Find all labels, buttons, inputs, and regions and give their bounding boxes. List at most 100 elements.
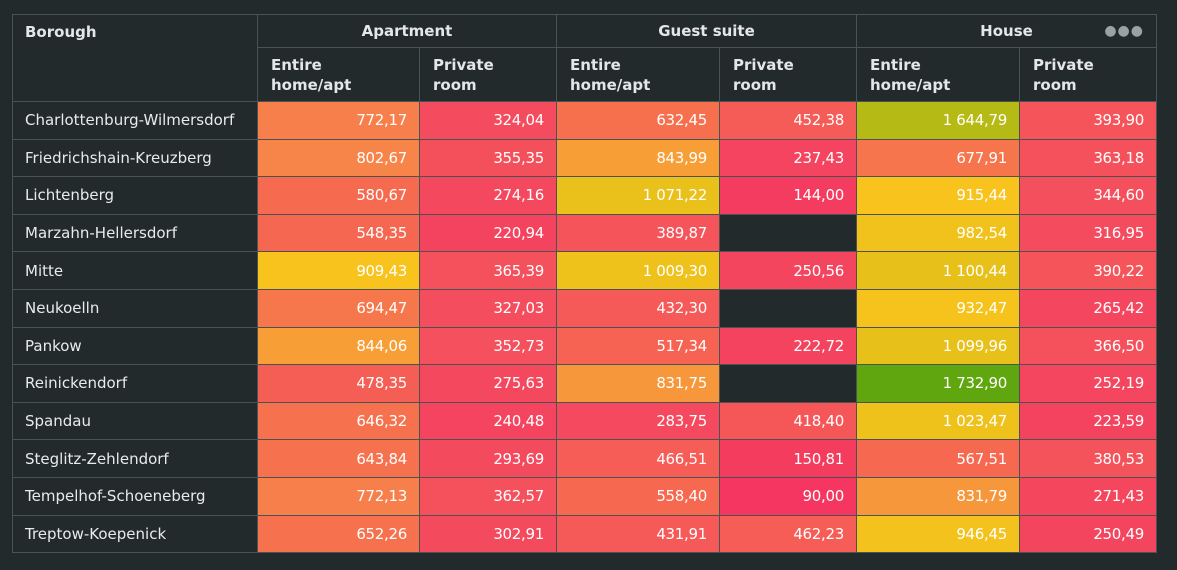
value-cell[interactable]: 363,18: [1019, 138, 1157, 178]
empty-value-cell[interactable]: [719, 364, 857, 403]
borough-name-cell[interactable]: Lichtenberg: [12, 176, 258, 215]
value-cell[interactable]: 558,40: [556, 476, 720, 516]
value-cell[interactable]: 327,03: [419, 288, 557, 328]
borough-name-cell[interactable]: Reinickendorf: [12, 364, 258, 403]
value-cell[interactable]: 250,49: [1019, 514, 1157, 554]
value-cell[interactable]: 772,17: [257, 101, 420, 140]
value-cell[interactable]: 220,94: [419, 213, 557, 253]
value-cell[interactable]: 271,43: [1019, 476, 1157, 516]
value-cell[interactable]: 772,13: [257, 476, 420, 516]
value-cell[interactable]: 90,00: [719, 476, 857, 516]
empty-value-cell[interactable]: [719, 213, 857, 253]
value-cell[interactable]: 265,42: [1019, 288, 1157, 328]
value-cell[interactable]: 240,48: [419, 401, 557, 441]
subheader-house-entire-home[interactable]: Entire home/apt: [856, 47, 1020, 102]
borough-name-cell[interactable]: Treptow-Koepenick: [12, 514, 258, 554]
value-cell[interactable]: 646,32: [257, 401, 420, 441]
value-cell[interactable]: 652,26: [257, 514, 420, 554]
value-cell[interactable]: 237,43: [719, 138, 857, 178]
value-cell[interactable]: 431,91: [556, 514, 720, 554]
value-cell[interactable]: 831,75: [556, 364, 720, 403]
value-cell[interactable]: 252,19: [1019, 364, 1157, 403]
value-cell[interactable]: 222,72: [719, 326, 857, 366]
value-cell[interactable]: 344,60: [1019, 176, 1157, 215]
value-cell[interactable]: 380,53: [1019, 439, 1157, 478]
table-row: Tempelhof-Schoeneberg 772,13 362,57 558,40 9…: [12, 476, 1157, 516]
value-cell[interactable]: 694,47: [257, 288, 420, 328]
subheader-apartment-entire-home[interactable]: Entire home/apt: [257, 47, 420, 102]
value-cell[interactable]: 982,54: [856, 213, 1020, 253]
value-cell[interactable]: 844,06: [257, 326, 420, 366]
value-cell[interactable]: 355,35: [419, 138, 557, 178]
value-cell[interactable]: 1 099,96: [856, 326, 1020, 366]
value-cell[interactable]: 1 100,44: [856, 251, 1020, 290]
borough-name-cell[interactable]: Charlottenburg-Wilmersdorf: [12, 101, 258, 140]
subheader-guest-suite-private-room[interactable]: Private room: [719, 47, 857, 102]
value-cell[interactable]: 283,75: [556, 401, 720, 441]
value-cell[interactable]: 548,35: [257, 213, 420, 253]
value-cell[interactable]: 677,91: [856, 138, 1020, 178]
borough-name-cell[interactable]: Mitte: [12, 251, 258, 290]
subheader-line: room: [733, 76, 777, 94]
value-cell[interactable]: 1 644,79: [856, 101, 1020, 140]
value-cell[interactable]: 462,23: [719, 514, 857, 554]
value-cell[interactable]: 452,38: [719, 101, 857, 140]
borough-name-cell[interactable]: Steglitz-Zehlendorf: [12, 439, 258, 478]
value-cell[interactable]: 390,22: [1019, 251, 1157, 290]
value-cell[interactable]: 932,47: [856, 288, 1020, 328]
value-cell[interactable]: 915,44: [856, 176, 1020, 215]
table-row: Steglitz-Zehlendorf 643,84 293,69 466,51 150…: [12, 439, 1157, 478]
value-cell[interactable]: 946,45: [856, 514, 1020, 554]
value-cell[interactable]: 517,34: [556, 326, 720, 366]
value-cell[interactable]: 580,67: [257, 176, 420, 215]
subheader-guest-suite-entire-home[interactable]: Entire home/apt: [556, 47, 720, 102]
more-horizontal-icon[interactable]: ●●●: [1104, 23, 1144, 39]
value-cell[interactable]: 418,40: [719, 401, 857, 441]
value-cell[interactable]: 275,63: [419, 364, 557, 403]
value-cell[interactable]: 478,35: [257, 364, 420, 403]
value-cell[interactable]: 324,04: [419, 101, 557, 140]
value-cell[interactable]: 302,91: [419, 514, 557, 554]
value-cell[interactable]: 223,59: [1019, 401, 1157, 441]
value-cell[interactable]: 643,84: [257, 439, 420, 478]
empty-value-cell[interactable]: [719, 288, 857, 328]
value-cell[interactable]: 432,30: [556, 288, 720, 328]
value-cell[interactable]: 393,90: [1019, 101, 1157, 140]
value-cell[interactable]: 366,50: [1019, 326, 1157, 366]
group-header-guest-suite[interactable]: Guest suite: [556, 14, 857, 48]
borough-name-cell[interactable]: Pankow: [12, 326, 258, 366]
value-cell[interactable]: 293,69: [419, 439, 557, 478]
borough-name-cell[interactable]: Spandau: [12, 401, 258, 441]
value-cell[interactable]: 1 023,47: [856, 401, 1020, 441]
value-cell[interactable]: 802,67: [257, 138, 420, 178]
value-cell[interactable]: 274,16: [419, 176, 557, 215]
value-cell[interactable]: 352,73: [419, 326, 557, 366]
value-cell[interactable]: 567,51: [856, 439, 1020, 478]
borough-column-header[interactable]: Borough: [12, 14, 258, 102]
subheader-line: room: [433, 76, 477, 94]
value-cell[interactable]: 150,81: [719, 439, 857, 478]
value-cell[interactable]: 843,99: [556, 138, 720, 178]
value-cell[interactable]: 1 732,90: [856, 364, 1020, 403]
value-cell[interactable]: 1 071,22: [556, 176, 720, 215]
value-cell[interactable]: 466,51: [556, 439, 720, 478]
value-cell[interactable]: 909,43: [257, 251, 420, 290]
value-cell[interactable]: 389,87: [556, 213, 720, 253]
value-cell[interactable]: 316,95: [1019, 213, 1157, 253]
borough-name-cell[interactable]: Marzahn-Hellersdorf: [12, 213, 258, 253]
borough-name-cell[interactable]: Friedrichshain-Kreuzberg: [12, 138, 258, 178]
value-cell[interactable]: 831,79: [856, 476, 1020, 516]
value-cell[interactable]: 1 009,30: [556, 251, 720, 290]
borough-name-cell[interactable]: Tempelhof-Schoeneberg: [12, 476, 258, 516]
borough-name-cell[interactable]: Neukoelln: [12, 288, 258, 328]
value-cell[interactable]: 144,00: [719, 176, 857, 215]
group-header-house[interactable]: House ●●●: [856, 14, 1157, 48]
value-cell[interactable]: 365,39: [419, 251, 557, 290]
pivot-table: Borough Apartment Guest suite House ●●● …: [12, 14, 1157, 554]
subheader-apartment-private-room[interactable]: Private room: [419, 47, 557, 102]
value-cell[interactable]: 362,57: [419, 476, 557, 516]
group-header-apartment[interactable]: Apartment: [257, 14, 557, 48]
subheader-house-private-room[interactable]: Private room: [1019, 47, 1157, 102]
value-cell[interactable]: 632,45: [556, 101, 720, 140]
value-cell[interactable]: 250,56: [719, 251, 857, 290]
